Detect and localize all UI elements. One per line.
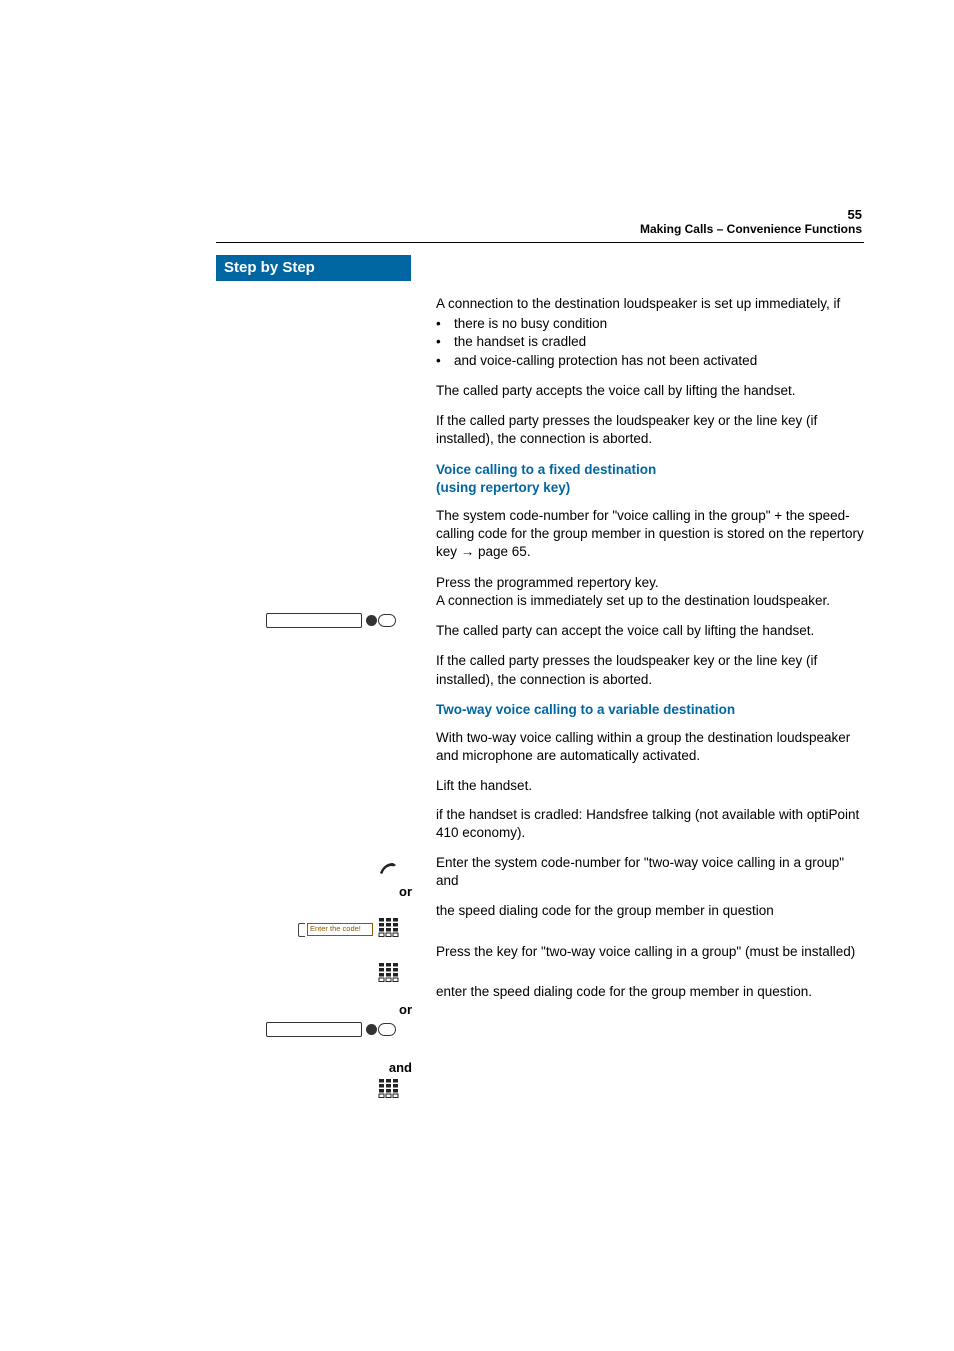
manual-page: Making Calls – Convenience Functions Ste…: [0, 0, 954, 280]
section1-p3: The called party can accept the voice ca…: [436, 622, 864, 640]
intro-p2: The called party accepts the voice call …: [436, 382, 864, 400]
main-content: A connection to the destination loudspea…: [436, 295, 864, 1013]
page-cross-ref[interactable]: → page 65: [461, 544, 527, 559]
and-text: enter the speed dialing code for the gro…: [436, 983, 864, 1001]
section1-p1: The system code-number for "voice callin…: [436, 507, 864, 562]
key-text: Press the key for "two-way voice calling…: [436, 943, 864, 961]
programmable-key-icon: [266, 1022, 396, 1037]
intro-bullets: there is no busy condition the handset i…: [436, 315, 864, 370]
key-body-icon: [266, 1022, 362, 1037]
key-led-icon: [366, 615, 377, 626]
text: .: [527, 544, 531, 559]
key-button-icon: [378, 1023, 396, 1036]
section2-title: Two-way voice calling to a variable dest…: [436, 701, 864, 719]
or1-text: if the handset is cradled: Handsfree tal…: [436, 806, 864, 842]
intro-p3: If the called party presses the loudspea…: [436, 412, 864, 448]
or-label: or: [372, 1002, 412, 1017]
step-by-step-badge: Step by Step: [216, 255, 411, 281]
lift-handset-text: Lift the handset.: [436, 777, 864, 795]
code-text: Enter the system code-number for "two-wa…: [436, 854, 864, 890]
and-label: and: [372, 1060, 412, 1075]
section1-p2: Press the programmed repertory key. A co…: [436, 574, 864, 610]
intro-lead: A connection to the destination loudspea…: [436, 295, 864, 313]
section1-title-line2: (using repertory key): [436, 480, 570, 495]
key-body-icon: [266, 613, 362, 628]
keypad-frame-icon: [298, 923, 305, 937]
lift-handset-icon: [378, 860, 398, 881]
enter-code-prompt: Enter the code!: [307, 923, 373, 936]
header-rule: [216, 242, 864, 243]
section1-title-line1: Voice calling to a fixed destination: [436, 462, 656, 477]
page-number: 55: [848, 207, 862, 222]
speed-text: the speed dialing code for the group mem…: [436, 902, 864, 920]
key-led-icon: [366, 1024, 377, 1035]
section1-title: Voice calling to a fixed destination (us…: [436, 461, 864, 497]
section2-p1: With two-way voice calling within a grou…: [436, 729, 864, 765]
keypad-icon: [378, 917, 400, 939]
keypad-icon: [378, 962, 400, 984]
keypad-icon: [378, 1078, 400, 1100]
running-header: Making Calls – Convenience Functions: [640, 222, 862, 236]
section1-p4: If the called party presses the loudspea…: [436, 652, 864, 688]
bullet-item: the handset is cradled: [436, 333, 864, 351]
or-label: or: [372, 884, 412, 899]
repertory-key-icon: [266, 613, 396, 628]
bullet-item: there is no busy condition: [436, 315, 864, 333]
key-button-icon: [378, 614, 396, 627]
bullet-item: and voice-calling protection has not bee…: [436, 352, 864, 370]
